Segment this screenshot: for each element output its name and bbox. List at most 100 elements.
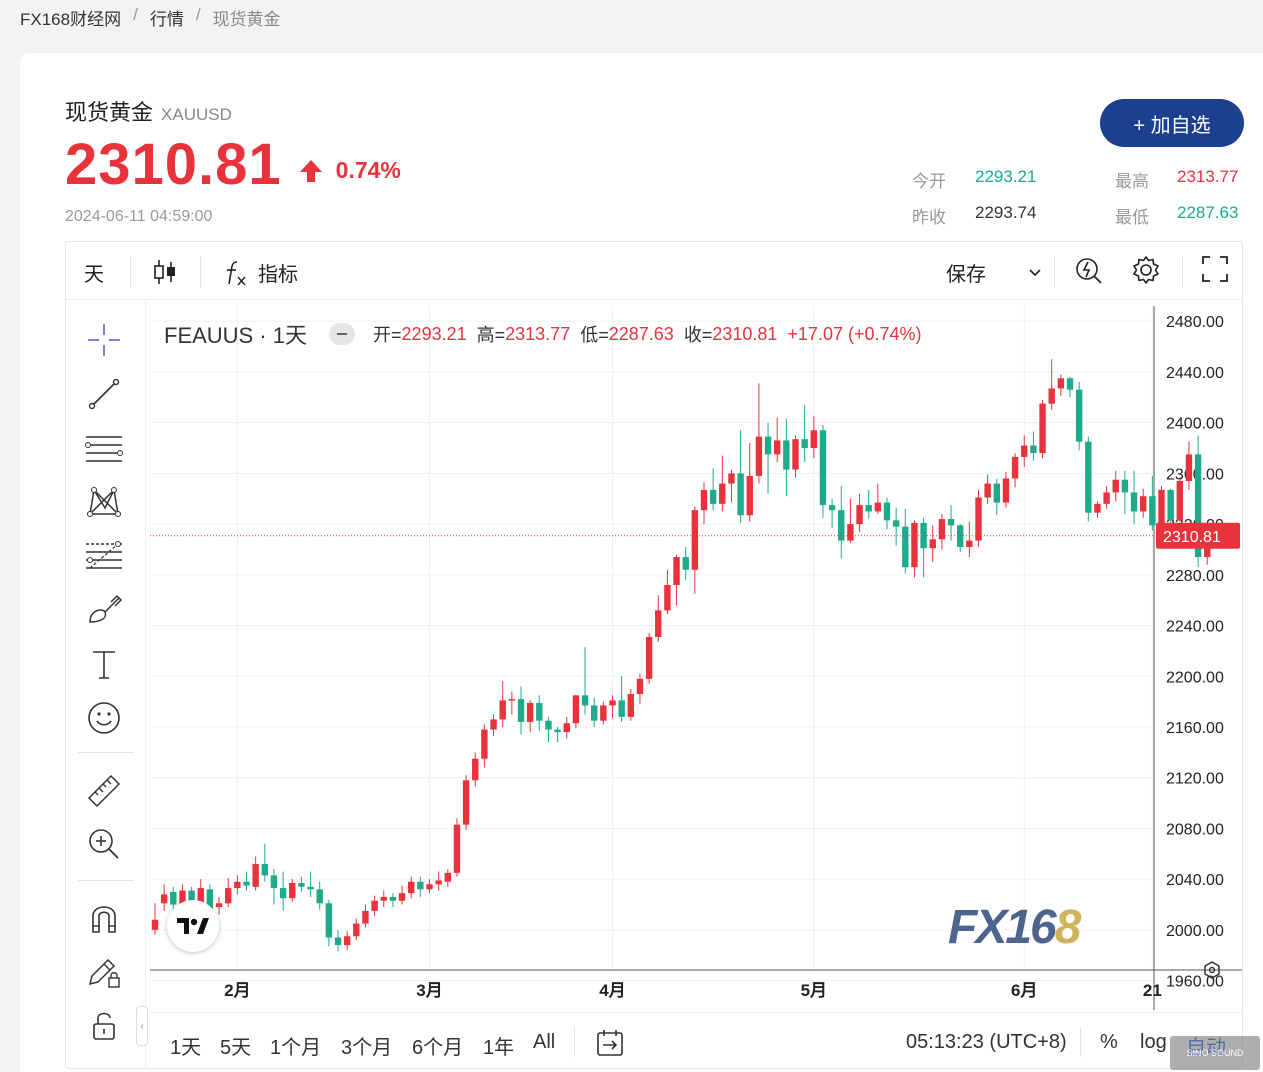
legend-high-key: 高=	[476, 325, 506, 345]
candle-body	[655, 610, 662, 637]
candle-body	[993, 483, 1000, 503]
breadcrumb-market[interactable]: 行情	[150, 5, 184, 30]
candle-body	[362, 910, 369, 924]
candle-body	[911, 522, 918, 568]
candle-body	[1011, 456, 1019, 479]
candle-body	[234, 881, 241, 889]
indicators-label: 指标	[258, 264, 298, 286]
pattern-tool[interactable]	[84, 482, 124, 522]
x-tick-label: 4月	[599, 981, 625, 1000]
prev-close-label: 昨收	[912, 208, 946, 227]
text-tool[interactable]	[84, 644, 124, 684]
candle-style-button[interactable]	[152, 258, 178, 286]
change-percent: 0.74%	[335, 157, 401, 183]
candle-body	[1185, 454, 1193, 481]
range-1y-button[interactable]: 1年	[483, 1031, 514, 1060]
x-tick-label: 6月	[1011, 981, 1037, 1000]
candle-body	[664, 584, 671, 611]
low-value: 2287.63	[1177, 203, 1239, 222]
candle-body	[160, 894, 168, 904]
lock-drawing-tool[interactable]	[84, 952, 124, 992]
y-tick-label: 2160.00	[1166, 720, 1224, 737]
instrument-title: 现货黄金 XAUUSD	[65, 95, 232, 127]
candle-body	[1094, 503, 1101, 513]
candle-body	[719, 483, 726, 504]
tradingview-logo[interactable]	[167, 900, 219, 952]
date-range-button[interactable]	[594, 1027, 626, 1064]
open-value: 2293.21	[975, 167, 1037, 186]
indicators-button[interactable]: 指标	[222, 258, 298, 287]
gear-icon	[1133, 256, 1159, 284]
breadcrumb-home[interactable]: FX168财经网	[20, 5, 121, 30]
legend-change: +17.07 (+0.74%)	[787, 323, 922, 344]
fullscreen-icon	[1202, 256, 1228, 282]
crosshair-icon	[88, 324, 120, 356]
unlock-icon	[93, 1012, 115, 1040]
range-all-button[interactable]: All	[533, 1031, 555, 1054]
magnet-tool[interactable]	[84, 898, 124, 938]
brush-tool[interactable]	[84, 590, 124, 630]
candle-body	[1057, 378, 1065, 389]
candle-body	[819, 430, 827, 506]
candle-body	[1167, 489, 1174, 521]
log-scale-toggle[interactable]: log	[1140, 1031, 1167, 1054]
candle-body	[353, 923, 360, 937]
candle-body	[417, 881, 424, 890]
collapse-legend-button[interactable]	[329, 323, 356, 345]
x-tick-label: 5月	[801, 981, 827, 1000]
toolbar-divider	[1054, 256, 1055, 288]
legend-open: 2293.21	[401, 323, 467, 344]
legend-close-key: 收=	[683, 325, 713, 345]
measure-tool[interactable]	[84, 770, 124, 810]
candle-body	[618, 700, 625, 717]
candle-body	[1176, 481, 1183, 521]
text-icon	[93, 651, 115, 679]
range-3m-button[interactable]: 3个月	[341, 1031, 392, 1060]
candle-body	[929, 539, 936, 549]
trend-line-tool[interactable]	[84, 374, 124, 414]
crosshair-tool[interactable]	[84, 320, 124, 360]
range-6m-button[interactable]: 6个月	[412, 1031, 463, 1060]
candle-body	[1158, 489, 1165, 526]
timezone-clock[interactable]: 05:13:23 (UTC+8)	[906, 1031, 1067, 1054]
percent-scale-toggle[interactable]: %	[1100, 1031, 1118, 1054]
horizontal-lines-tool[interactable]	[84, 428, 124, 468]
candle-body	[591, 705, 598, 721]
settings-button[interactable]	[1130, 254, 1162, 286]
quick-search-button[interactable]	[1074, 254, 1104, 286]
candle-body	[709, 489, 717, 504]
candle-body	[554, 729, 561, 733]
candle-body	[892, 520, 900, 527]
brush-icon	[89, 594, 123, 623]
emoji-tool[interactable]	[84, 698, 124, 738]
y-tick-label: 2200.00	[1166, 669, 1224, 686]
candle-body	[426, 884, 433, 890]
candle-body	[783, 440, 790, 470]
zoom-in-icon	[89, 829, 119, 859]
fib-tool[interactable]	[84, 536, 124, 576]
fibonacci-icon	[86, 541, 122, 569]
add-to-watchlist-button[interactable]: + 加自选	[1100, 99, 1244, 147]
range-1d-button[interactable]: 1天	[170, 1031, 201, 1060]
range-5d-button[interactable]: 5天	[220, 1031, 251, 1060]
candle-body	[865, 505, 872, 512]
collapse-toolbar-handle[interactable]: ‹	[136, 1006, 148, 1046]
candle-body	[682, 557, 689, 570]
range-1m-button[interactable]: 1个月	[270, 1031, 321, 1060]
fullscreen-button[interactable]	[1200, 254, 1230, 284]
chart-bottom-bar: 1天 5天 1个月 3个月 6个月 1年 All 05:13:23 (UTC+8…	[150, 1012, 1242, 1068]
smiley-icon	[88, 702, 120, 734]
candle-body	[737, 473, 744, 516]
zoom-in-tool[interactable]	[84, 824, 124, 864]
lock-all-tool[interactable]	[84, 1006, 124, 1046]
function-icon	[227, 260, 246, 285]
candle-body	[1048, 388, 1055, 404]
save-button[interactable]: 保存	[946, 258, 1042, 287]
candle-body	[389, 896, 397, 901]
x-tick-label: 2月	[224, 981, 250, 1000]
open-label: 今开	[912, 172, 946, 191]
candle-body	[728, 473, 735, 484]
candle-body	[298, 882, 305, 887]
candle-body	[1149, 496, 1156, 526]
interval-button[interactable]: 天	[84, 258, 104, 287]
